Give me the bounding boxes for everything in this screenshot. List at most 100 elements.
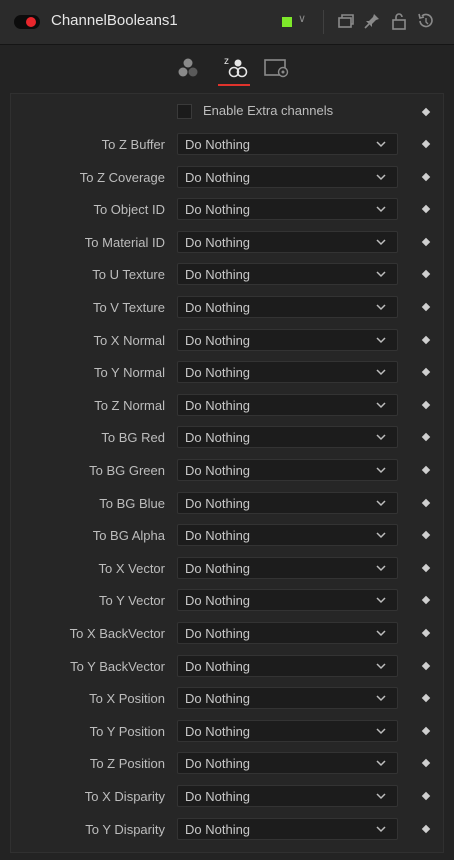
z-channels-icon[interactable]: z	[218, 53, 250, 83]
keyframe-diamond-icon[interactable]	[421, 758, 431, 768]
keyframe-diamond-icon[interactable]	[421, 726, 431, 736]
dropdown-value: Do Nothing	[185, 430, 251, 445]
channel-dropdown[interactable]: Do Nothing	[177, 133, 398, 155]
channel-dropdown[interactable]: Do Nothing	[177, 557, 398, 579]
keyframe-diamond-icon[interactable]	[421, 530, 431, 540]
channel-row-label: To U Texture	[92, 267, 165, 282]
keyframe-diamond-icon[interactable]	[421, 628, 431, 638]
channel-dropdown[interactable]: Do Nothing	[177, 329, 398, 351]
chevron-down-icon	[376, 467, 386, 474]
pin-icon[interactable]	[362, 11, 382, 31]
channel-dropdown[interactable]: Do Nothing	[177, 818, 398, 840]
channel-dropdown[interactable]: Do Nothing	[177, 655, 398, 677]
channel-dropdown[interactable]: Do Nothing	[177, 459, 398, 481]
channel-row: To Y Vector Do Nothing	[0, 589, 454, 613]
channel-dropdown[interactable]: Do Nothing	[177, 166, 398, 188]
channel-dropdown[interactable]: Do Nothing	[177, 198, 398, 220]
channel-row: To Z Position Do Nothing	[0, 752, 454, 776]
dropdown-value: Do Nothing	[185, 691, 251, 706]
channel-row-label: To X Position	[89, 691, 165, 706]
settings-icon[interactable]	[262, 53, 294, 83]
channel-dropdown[interactable]: Do Nothing	[177, 231, 398, 253]
channel-row: To Z Coverage Do Nothing	[0, 166, 454, 190]
keyframe-diamond-icon[interactable]	[421, 563, 431, 573]
color-channels-icon[interactable]	[172, 53, 204, 83]
dropdown-value: Do Nothing	[185, 137, 251, 152]
channel-row-label: To X Disparity	[84, 789, 165, 804]
enable-extra-channels-checkbox[interactable]	[177, 104, 192, 119]
channel-dropdown[interactable]: Do Nothing	[177, 687, 398, 709]
keyframe-diamond-icon[interactable]	[421, 498, 431, 508]
color-swatch[interactable]	[282, 17, 292, 27]
keyframe-diamond-icon[interactable]	[421, 693, 431, 703]
reset-icon[interactable]	[415, 11, 435, 31]
keyframe-diamond-icon[interactable]	[421, 432, 431, 442]
keyframe-diamond-icon[interactable]	[421, 237, 431, 247]
node-title[interactable]: ChannelBooleans1	[51, 12, 178, 29]
dropdown-value: Do Nothing	[185, 365, 251, 380]
channel-dropdown[interactable]: Do Nothing	[177, 296, 398, 318]
keyframe-diamond-icon[interactable]	[421, 335, 431, 345]
svg-text:z: z	[224, 56, 229, 67]
keyframe-diamond-icon[interactable]	[421, 269, 431, 279]
channel-row: To Material ID Do Nothing	[0, 231, 454, 255]
keyframe-diamond-icon[interactable]	[421, 791, 431, 801]
chevron-down-icon	[376, 826, 386, 833]
channel-row: To Y Normal Do Nothing	[0, 361, 454, 385]
channel-dropdown[interactable]: Do Nothing	[177, 752, 398, 774]
lock-icon[interactable]	[389, 11, 409, 31]
node-header: ChannelBooleans1 ∨	[0, 0, 454, 45]
channel-dropdown[interactable]: Do Nothing	[177, 785, 398, 807]
inspector-window: ChannelBooleans1 ∨ z Enable Extra channe…	[0, 0, 454, 860]
channel-row-label: To Y Normal	[93, 365, 165, 380]
keyframe-diamond-icon[interactable]	[421, 661, 431, 671]
red-dot-icon	[26, 17, 36, 27]
dropdown-value: Do Nothing	[185, 496, 251, 511]
channel-row-label: To X Normal	[93, 333, 165, 348]
versions-icon[interactable]	[336, 11, 356, 31]
channel-row-label: To Z Normal	[94, 398, 165, 413]
channel-dropdown[interactable]: Do Nothing	[177, 263, 398, 285]
channel-row: To BG Red Do Nothing	[0, 426, 454, 450]
keyframe-diamond-icon[interactable]	[421, 465, 431, 475]
channel-dropdown[interactable]: Do Nothing	[177, 720, 398, 742]
channel-row: To Z Buffer Do Nothing	[0, 133, 454, 157]
keyframe-diamond-icon[interactable]	[421, 107, 431, 117]
channel-row-label: To X Vector	[98, 561, 165, 576]
chevron-down-icon	[376, 565, 386, 572]
keyframe-diamond-icon[interactable]	[421, 367, 431, 377]
keyframe-diamond-icon[interactable]	[421, 824, 431, 834]
chevron-down-icon	[376, 500, 386, 507]
channel-row-label: To Material ID	[84, 235, 165, 250]
extra-channels-row: Enable Extra channels	[0, 100, 454, 124]
chevron-down-icon[interactable]: ∨	[298, 12, 306, 25]
chevron-down-icon	[376, 760, 386, 767]
chevron-down-icon	[376, 728, 386, 735]
channel-dropdown[interactable]: Do Nothing	[177, 492, 398, 514]
channel-row: To BG Alpha Do Nothing	[0, 524, 454, 548]
keyframe-diamond-icon[interactable]	[421, 139, 431, 149]
channel-dropdown[interactable]: Do Nothing	[177, 426, 398, 448]
keyframe-diamond-icon[interactable]	[421, 172, 431, 182]
channel-row: To Y Disparity Do Nothing	[0, 818, 454, 842]
keyframe-diamond-icon[interactable]	[421, 400, 431, 410]
channel-dropdown[interactable]: Do Nothing	[177, 394, 398, 416]
keyframe-diamond-icon[interactable]	[421, 595, 431, 605]
channel-dropdown[interactable]: Do Nothing	[177, 524, 398, 546]
dropdown-value: Do Nothing	[185, 822, 251, 837]
channel-row-label: To V Texture	[92, 300, 165, 315]
channel-dropdown[interactable]: Do Nothing	[177, 622, 398, 644]
chevron-down-icon	[376, 402, 386, 409]
chevron-down-icon	[376, 630, 386, 637]
chevron-down-icon	[376, 369, 386, 376]
channel-dropdown[interactable]: Do Nothing	[177, 589, 398, 611]
channel-row: To BG Blue Do Nothing	[0, 492, 454, 516]
channel-dropdown[interactable]: Do Nothing	[177, 361, 398, 383]
node-enable-toggle[interactable]	[14, 15, 40, 29]
channel-row: To X Normal Do Nothing	[0, 329, 454, 353]
keyframe-diamond-icon[interactable]	[421, 302, 431, 312]
enable-extra-channels-label[interactable]: Enable Extra channels	[203, 103, 333, 118]
dropdown-value: Do Nothing	[185, 267, 251, 282]
keyframe-diamond-icon[interactable]	[421, 204, 431, 214]
channel-row-label: To Y Vector	[98, 593, 165, 608]
